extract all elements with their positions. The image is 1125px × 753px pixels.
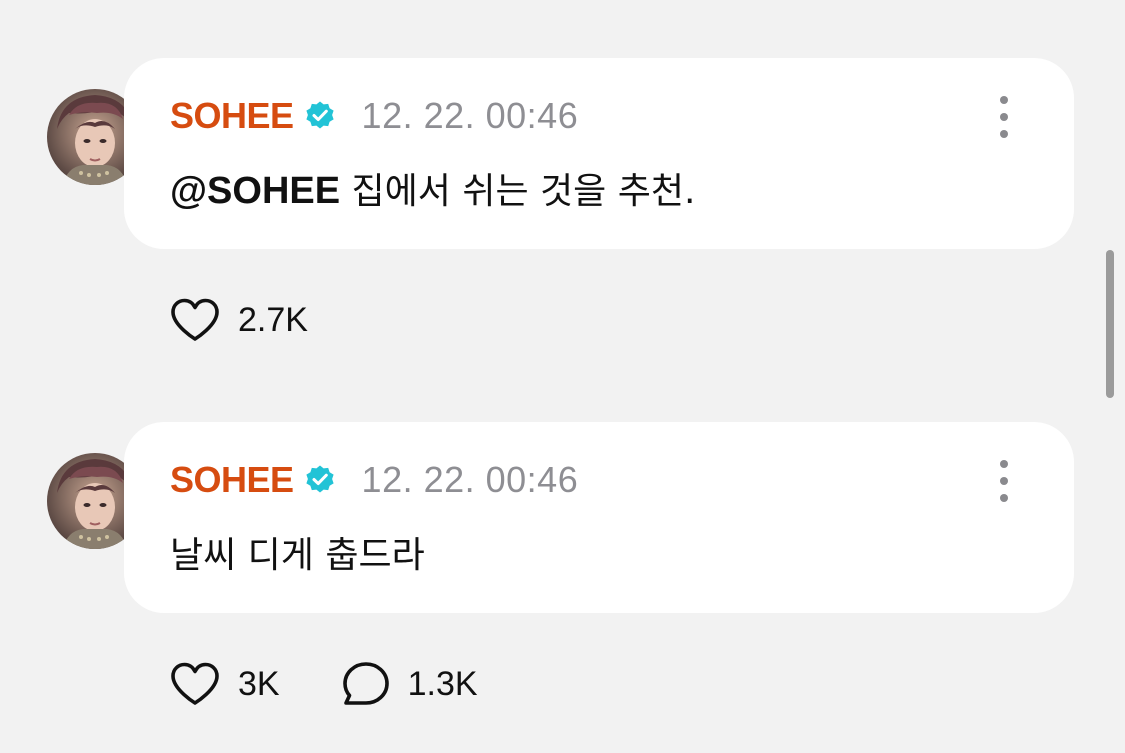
- comment-bubble-icon: [342, 662, 389, 705]
- username[interactable]: SOHEE: [170, 459, 294, 501]
- timestamp: 12. 22. 00:46: [361, 95, 579, 136]
- more-vertical-icon[interactable]: [992, 460, 1016, 502]
- verified-badge-icon: [304, 464, 336, 496]
- comment-text: 집에서 쉬는 것을 추천.: [340, 171, 696, 212]
- comment-text: 날씨 디게 춥드라: [170, 535, 425, 576]
- comment-meta: SOHEE 12. 22. 00:46: [170, 94, 578, 138]
- like-button[interactable]: 2.7K: [170, 298, 308, 342]
- comment-meta: SOHEE 12. 22. 00:46: [170, 458, 578, 502]
- mention-link[interactable]: @SOHEE: [170, 170, 340, 212]
- comment-bubble: SOHEE 12. 22. 00:46 날씨 디게 춥드라: [124, 422, 1074, 613]
- username[interactable]: SOHEE: [170, 95, 294, 137]
- more-vertical-icon[interactable]: [992, 96, 1016, 138]
- verified-badge-icon: [304, 100, 336, 132]
- heart-icon: [171, 662, 219, 705]
- comment-actions: 2.7K: [170, 296, 370, 344]
- like-button[interactable]: 3K: [170, 662, 280, 706]
- comment-body: 날씨 디게 춥드라: [170, 526, 425, 578]
- comment-body: @SOHEE 집에서 쉬는 것을 추천.: [170, 162, 695, 214]
- like-count: 2.7K: [238, 300, 308, 339]
- heart-icon: [171, 298, 219, 341]
- comment-bubble: SOHEE 12. 22. 00:46 @SOHEE 집에서 쉬는 것을 추천.: [124, 58, 1074, 249]
- comment-actions: 3K 1.3K: [170, 660, 540, 708]
- comment-feed: SOHEE 12. 22. 00:46 @SOHEE 집에서 쉬는 것을 추천.: [0, 0, 1125, 753]
- timestamp: 12. 22. 00:46: [361, 459, 579, 500]
- reply-count: 1.3K: [407, 664, 478, 703]
- like-count: 3K: [238, 664, 280, 703]
- scrollbar[interactable]: [1106, 250, 1114, 398]
- reply-button[interactable]: 1.3K: [342, 661, 478, 707]
